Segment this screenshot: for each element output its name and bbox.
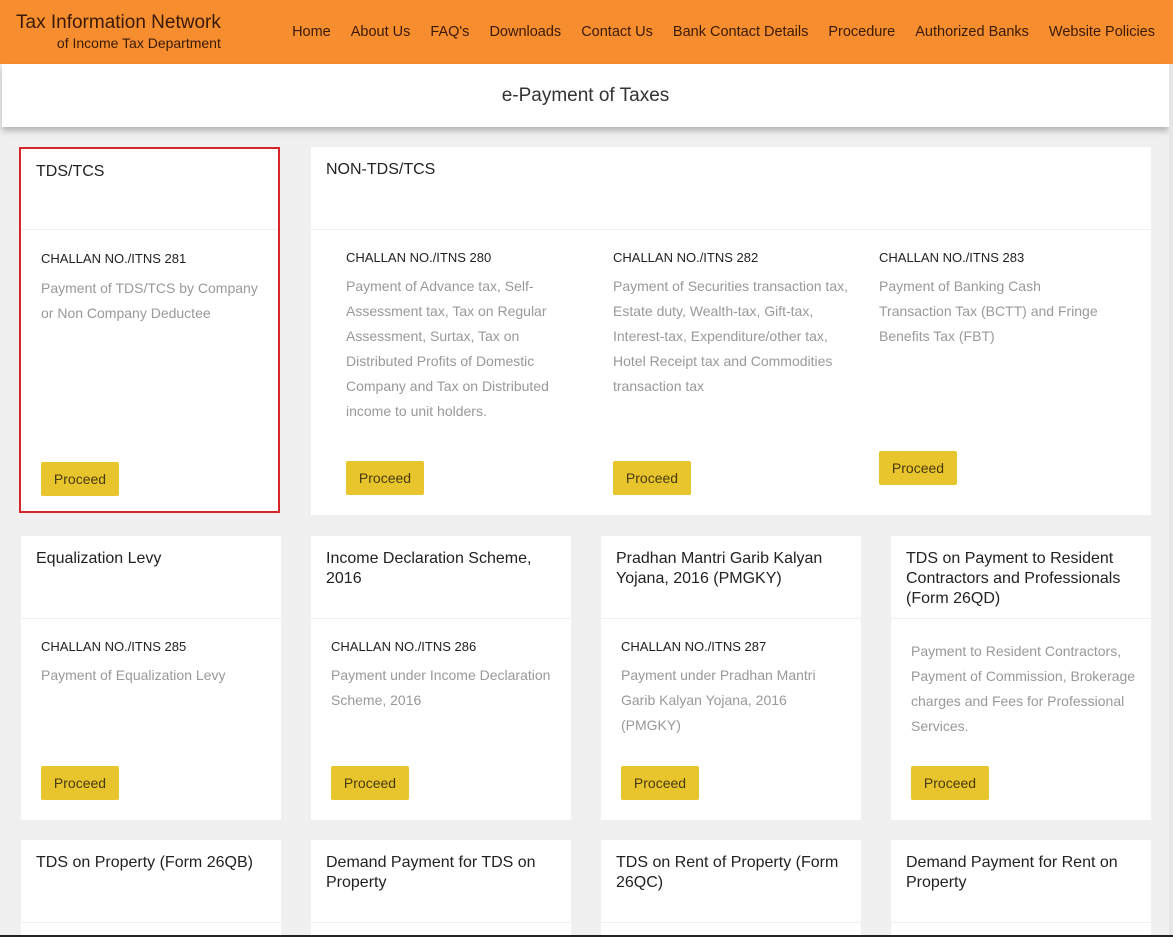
nav-home[interactable]: Home: [292, 23, 331, 41]
card-title: TDS on Property (Form 26QB): [21, 840, 281, 923]
proceed-button[interactable]: Proceed: [613, 461, 691, 495]
proceed-button[interactable]: Proceed: [879, 451, 957, 485]
nav-authorized-banks[interactable]: Authorized Banks: [915, 23, 1029, 41]
proceed-button[interactable]: Proceed: [331, 766, 409, 800]
site-logo[interactable]: Tax Information Network of Income Tax De…: [16, 12, 221, 52]
challan-description: Payment of Securities transaction tax, E…: [613, 278, 848, 394]
card-tds-resident-contractors: TDS on Payment to Resident Contractors a…: [891, 536, 1151, 820]
challan-description: Payment of Equalization Levy: [41, 667, 226, 683]
title-band: e-Payment of Taxes: [2, 64, 1169, 127]
nav-about-us[interactable]: About Us: [351, 23, 411, 41]
scrollbar[interactable]: [1169, 64, 1173, 937]
proceed-button[interactable]: Proceed: [41, 462, 119, 496]
proceed-button[interactable]: Proceed: [346, 461, 424, 495]
proceed-button[interactable]: Proceed: [41, 766, 119, 800]
challan-description: Payment under Pradhan Mantri Garib Kalya…: [621, 667, 816, 733]
card-pmgky: Pradhan Mantri Garib Kalyan Yojana, 2016…: [601, 536, 861, 820]
challan-number: CHALLAN NO./ITNS 282: [613, 250, 759, 265]
challan-number: CHALLAN NO./ITNS 285: [41, 639, 187, 654]
challan-description: Payment of TDS/TCS by Company or Non Com…: [41, 280, 258, 321]
card-title: Demand Payment for TDS on Property: [311, 840, 571, 923]
challan-number: CHALLAN NO./ITNS 287: [621, 639, 767, 654]
challan-description: Payment to Resident Contractors, Payment…: [911, 643, 1136, 734]
challan-description: Payment of Banking Cash Transaction Tax …: [879, 278, 1098, 344]
page-title: e-Payment of Taxes: [501, 84, 670, 106]
challan-number: CHALLAN NO./ITNS 283: [879, 250, 1025, 265]
nav-bank-contact-details[interactable]: Bank Contact Details: [673, 23, 808, 41]
card-tds-on-property: TDS on Property (Form 26QB): [21, 840, 281, 937]
nav-downloads[interactable]: Downloads: [489, 23, 561, 41]
proceed-button[interactable]: Proceed: [911, 766, 989, 800]
card-title: TDS on Rent of Property (Form 26QC): [601, 840, 861, 923]
card-tds-on-rent: TDS on Rent of Property (Form 26QC): [601, 840, 861, 937]
card-tds-tcs[interactable]: TDS/TCS CHALLAN NO./ITNS 281 Payment of …: [19, 147, 280, 513]
nav-faqs[interactable]: FAQ's: [430, 23, 469, 41]
card-income-declaration-scheme: Income Declaration Scheme, 2016 CHALLAN …: [311, 536, 571, 820]
site-header: Tax Information Network of Income Tax De…: [0, 0, 1173, 64]
card-title: Equalization Levy: [21, 536, 281, 619]
nav-procedure[interactable]: Procedure: [828, 23, 895, 41]
challan-number: CHALLAN NO./ITNS 286: [331, 639, 477, 654]
card-title: NON-TDS/TCS: [311, 147, 1151, 230]
challan-number: CHALLAN NO./ITNS 281: [41, 251, 187, 266]
challan-number: CHALLAN NO./ITNS 280: [346, 250, 492, 265]
card-title: Pradhan Mantri Garib Kalyan Yojana, 2016…: [601, 536, 861, 619]
main-nav: Home About Us FAQ's Downloads Contact Us…: [272, 23, 1155, 41]
card-title: TDS on Payment to Resident Contractors a…: [891, 536, 1151, 619]
card-demand-payment-rent: Demand Payment for Rent on Property: [891, 840, 1151, 937]
brand-subtitle: of Income Tax Department: [56, 35, 221, 51]
challan-description: Payment under Income Declaration Scheme,…: [331, 667, 551, 708]
card-demand-payment-tds-property: Demand Payment for TDS on Property: [311, 840, 571, 937]
challan-description: Payment of Advance tax, Self-Assessment …: [346, 278, 549, 419]
proceed-button[interactable]: Proceed: [621, 766, 699, 800]
card-title: TDS/TCS: [21, 149, 278, 230]
card-equalization-levy: Equalization Levy CHALLAN NO./ITNS 285 P…: [21, 536, 281, 820]
brand-title: Tax Information Network: [16, 12, 221, 33]
card-title: Demand Payment for Rent on Property: [891, 840, 1151, 923]
card-title: Income Declaration Scheme, 2016: [311, 536, 571, 619]
nav-contact-us[interactable]: Contact Us: [581, 23, 653, 41]
card-non-tds-tcs: NON-TDS/TCS CHALLAN NO./ITNS 280 Payment…: [311, 147, 1151, 515]
nav-website-policies[interactable]: Website Policies: [1049, 23, 1155, 41]
